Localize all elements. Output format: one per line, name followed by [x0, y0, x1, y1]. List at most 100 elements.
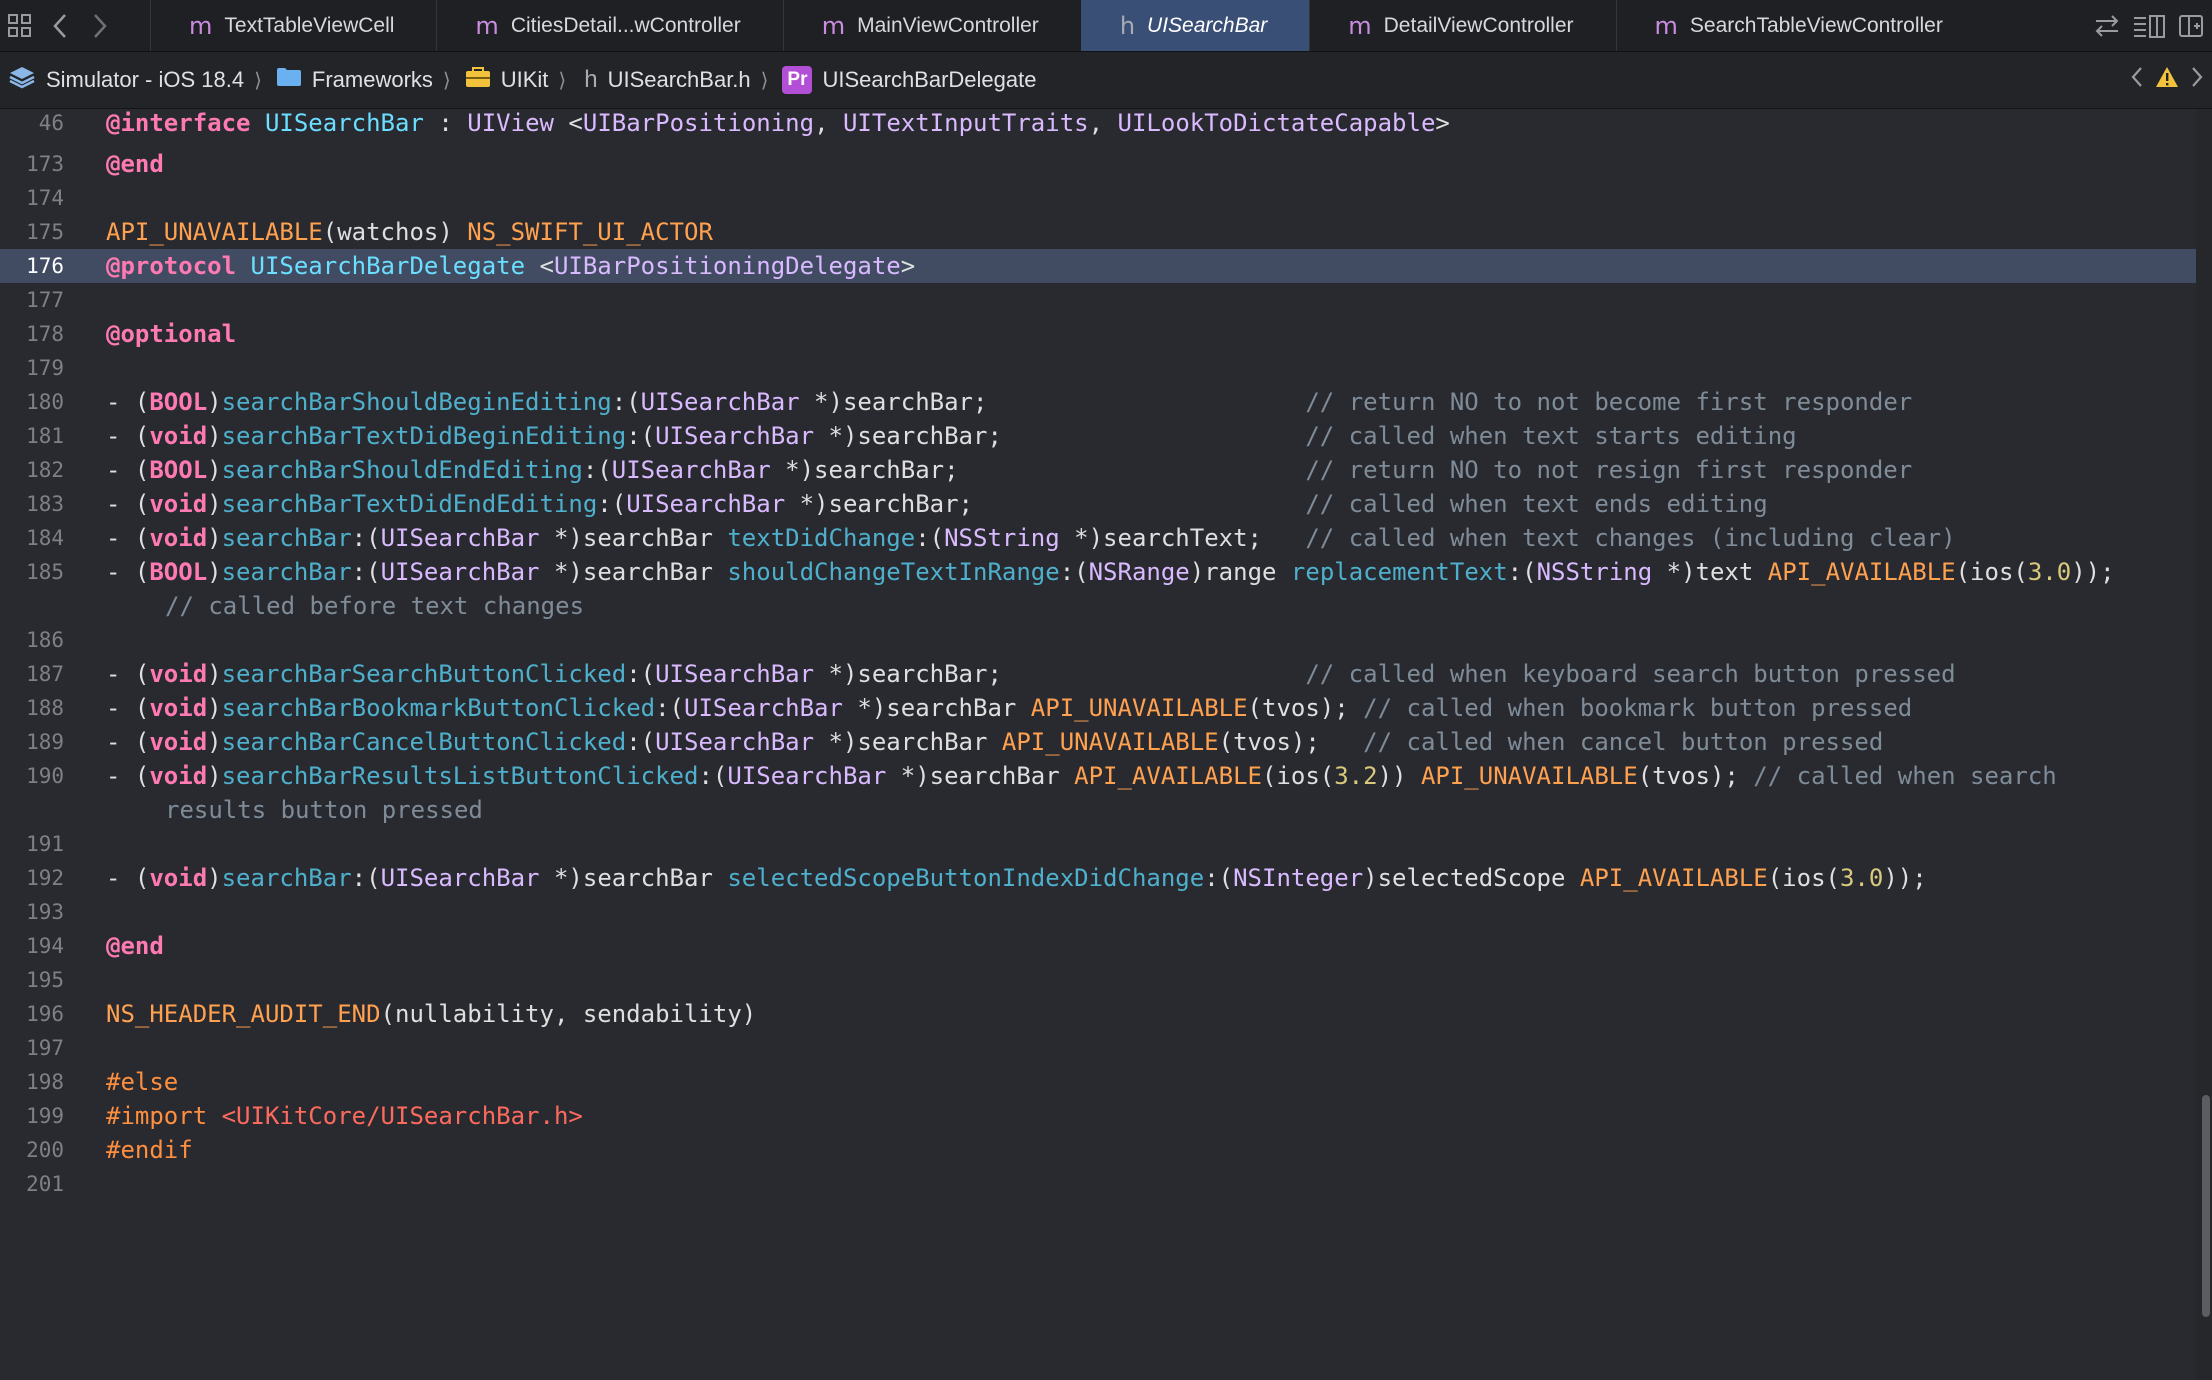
breadcrumb-simulator[interactable]: Simulator - iOS 18.4 ⟩ [8, 65, 276, 95]
swap-arrows-icon[interactable] [2086, 0, 2128, 51]
code-token: <UIKitCore/UISearchBar.h> [221, 1101, 583, 1130]
breadcrumb-frameworks[interactable]: Frameworks ⟩ [276, 67, 465, 93]
code-line[interactable]: 181 - (void)searchBarTextDidBeginEditing:… [0, 419, 2196, 453]
tab-2[interactable]: m CitiesDetail...wController [436, 0, 782, 51]
line-number: 186 [26, 627, 64, 652]
tab-label: MainViewController [857, 13, 1039, 37]
code-token: NSString [944, 523, 1060, 552]
tab-label: CitiesDetail...wController [510, 13, 741, 37]
code-line[interactable]: 176 @protocol UISearchBarDelegate <UIBarP… [0, 248, 2196, 283]
breadcrumb-label: Frameworks [311, 67, 433, 92]
objc-source-file-icon: m [1654, 11, 1678, 40]
code-token: - ( [106, 659, 150, 688]
code-line[interactable]: 174 [0, 181, 2196, 215]
code-line[interactable]: 188 - (void)searchBarBookmarkButtonClicke… [0, 691, 2196, 725]
code-text: - (BOOL)searchBarShouldEndEditing:(UISea… [106, 453, 1912, 487]
code-text: - (void)searchBarTextDidEndEditing:(UISe… [106, 487, 1768, 521]
code-token: 3.2 [1334, 761, 1378, 790]
code-line[interactable]: 199 #import <UIKitCore/UISearchBar.h> [0, 1099, 2196, 1133]
code-line[interactable]: 177 [0, 283, 2196, 317]
code-line[interactable]: 183 - (void)searchBarTextDidEndEditing:(U… [0, 487, 2196, 521]
code-token: searchBarTextDidBeginEditing [221, 421, 627, 450]
code-line[interactable]: 189 - (void)searchBarCancelButtonClicked:… [0, 725, 2196, 759]
back-arrow-icon[interactable] [40, 0, 80, 51]
code-token: - ( [106, 557, 150, 586]
code-line[interactable]: 195 [0, 963, 2196, 997]
scrollbar-thumb[interactable] [2202, 1095, 2210, 1317]
code-line[interactable]: 173 @end [0, 147, 2196, 181]
breadcrumb-uikit[interactable]: UIKit ⟩ [465, 66, 581, 94]
code-token: textDidChange [727, 523, 916, 552]
code-token: // called when cancel button pressed [1363, 727, 1884, 756]
editor-options-icon[interactable] [2128, 0, 2170, 51]
code-line[interactable]: 193 [0, 895, 2196, 929]
line-number: 190 [26, 763, 64, 788]
forward-arrow-icon[interactable] [80, 0, 120, 51]
code-line[interactable]: 180 - (BOOL)searchBarShouldBeginEditing:(… [0, 385, 2196, 419]
code-token: :( [351, 863, 381, 892]
warning-icon[interactable] [2152, 66, 2182, 94]
code-line[interactable]: 184- (void)searchBar:(UISearchBar *)sear… [0, 521, 2196, 555]
code-token: - ( [106, 523, 150, 552]
code-token: < [553, 109, 583, 137]
tab-1[interactable]: m TextTableViewCell [150, 0, 436, 51]
code-line[interactable]: 187 - (void)searchBarSearchButtonClicked:… [0, 657, 2196, 691]
code-token: replacementText [1290, 557, 1508, 586]
code-token: NS_SWIFT_UI_ACTOR [467, 217, 713, 246]
code-line[interactable]: 191 [0, 827, 2196, 861]
line-number: 191 [26, 831, 64, 856]
code-line[interactable]: 200 #endif [0, 1133, 2196, 1167]
add-editor-icon[interactable] [2170, 0, 2212, 51]
code-token: API_UNAVAILABLE [1030, 693, 1248, 722]
objc-source-file-icon: m [821, 11, 846, 40]
protocol-badge-icon: Pr [782, 66, 813, 94]
code-token: *)searchBar [842, 693, 1031, 722]
code-line[interactable]: 185- (BOOL)searchBar:(UISearchBar *)sear… [0, 555, 2196, 623]
code-token: searchBarCancelButtonClicked [221, 727, 627, 756]
code-token: *)searchText; [1059, 523, 1306, 552]
code-token: )); [2071, 557, 2115, 586]
code-token: :( [611, 387, 641, 416]
code-line[interactable]: 186 [0, 623, 2196, 657]
code-line[interactable]: 196 NS_HEADER_AUDIT_END(nullability, send… [0, 997, 2196, 1031]
related-items-grid-icon[interactable] [0, 0, 40, 51]
issue-navigation [2122, 52, 2212, 108]
code-token: :( [655, 693, 684, 722]
tab-4[interactable]: h UISearchBar [1080, 0, 1310, 51]
breadcrumb-protocol[interactable]: Pr UISearchBarDelegate [782, 66, 1036, 94]
code-token: > [900, 251, 916, 280]
code-token: #endif [106, 1135, 193, 1164]
code-line[interactable]: 197 [0, 1031, 2196, 1065]
code-line[interactable]: 179 [0, 351, 2196, 385]
code-token: searchBar [221, 863, 352, 892]
code-token: ) [207, 489, 222, 518]
code-line[interactable]: 192- (void)searchBar:(UISearchBar *)sear… [0, 861, 2196, 895]
code-token: - ( [106, 489, 150, 518]
code-token: *)searchBar; [785, 489, 1306, 518]
code-token: void [149, 523, 208, 552]
code-token: UISearchBar [655, 421, 815, 450]
code-line[interactable]: 46 @interface UISearchBar : UIView <UIBar… [0, 109, 2196, 140]
code-line[interactable]: 194 @end [0, 929, 2196, 963]
jump-bar: Simulator - iOS 18.4 ⟩ Frameworks ⟩ UIKi… [0, 52, 2212, 109]
tab-5[interactable]: m DetailViewController [1309, 0, 1615, 51]
code-token: :( [1204, 863, 1234, 892]
breadcrumb-header-file[interactable]: h UISearchBar.h ⟩ [580, 66, 782, 94]
code-line[interactable]: 178 @optional [0, 317, 2196, 351]
source-editor[interactable]: 46 @interface UISearchBar : UIView <UIBar… [0, 109, 2196, 1380]
next-issue-icon[interactable] [2182, 65, 2212, 95]
line-number: 185 [26, 559, 64, 584]
line-number: 181 [26, 423, 64, 448]
code-line[interactable]: 175 API_UNAVAILABLE(watchos) NS_SWIFT_UI_… [0, 215, 2196, 249]
code-line[interactable]: 182 - (BOOL)searchBarShouldEndEditing:(UI… [0, 453, 2196, 487]
code-line[interactable]: 198 #else [0, 1065, 2196, 1099]
code-text: #import <UIKitCore/UISearchBar.h> [106, 1099, 583, 1133]
previous-issue-icon[interactable] [2122, 65, 2152, 95]
code-text: #endif [106, 1133, 193, 1167]
tab-6[interactable]: m SearchTableViewController [1615, 0, 1985, 51]
code-token: )selectedScope [1363, 863, 1580, 892]
code-line[interactable]: 190 - (void)searchBarResultsListButtonCli… [0, 759, 2196, 827]
objc-source-file-icon: m [189, 11, 213, 40]
tab-3[interactable]: m MainViewController [782, 0, 1081, 51]
code-line[interactable]: 201 [0, 1167, 2196, 1201]
